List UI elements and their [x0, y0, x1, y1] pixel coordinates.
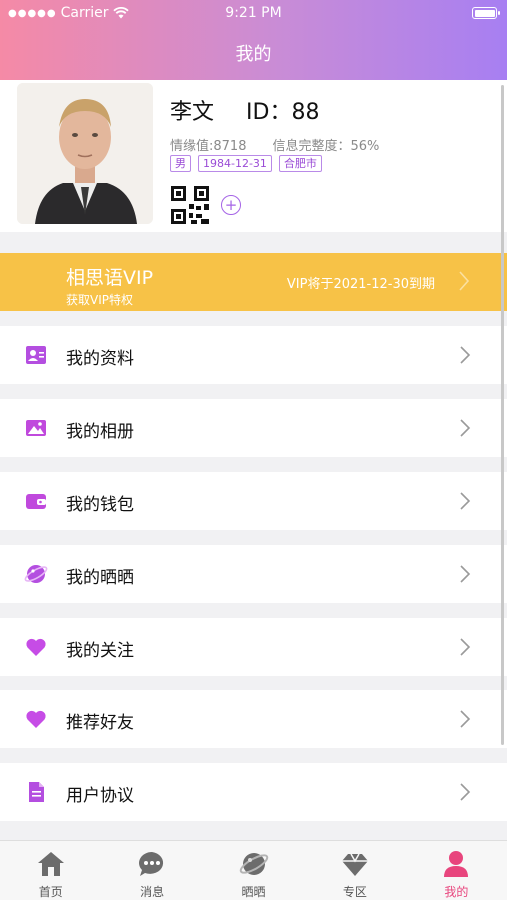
home-icon [37, 852, 64, 876]
tab-label: 专区 [342, 885, 367, 899]
profile-tags: 男 1984-12-31 合肥市 [170, 155, 322, 172]
chevron-right-icon [460, 783, 471, 801]
status-time: 9:21 PM [225, 5, 282, 21]
planet-icon [24, 565, 48, 583]
tab-mine[interactable]: 我的 [406, 841, 507, 900]
vip-title: 相思语VIP [66, 267, 154, 289]
menu-label: 推荐好友 [66, 713, 134, 733]
scrollbar[interactable] [501, 85, 504, 745]
avatar[interactable] [17, 83, 153, 224]
album-icon [26, 420, 46, 436]
tab-label: 晒晒 [241, 885, 266, 899]
status-bar: ●●●●● Carrier 9:21 PM [0, 4, 507, 24]
menu-item-my-profile[interactable]: 我的资料 [0, 326, 507, 384]
tab-messages[interactable]: 消息 [101, 841, 202, 900]
vip-banner[interactable]: 相思语VIP 获取VIP特权 VIP将于2021-12-30到期 [0, 253, 507, 311]
tab-label: 消息 [140, 885, 165, 899]
chevron-right-icon [460, 565, 471, 583]
vip-expiry: VIP将于2021-12-30到期 [286, 277, 435, 292]
menu-item-my-album[interactable]: 我的相册 [0, 399, 507, 457]
chevron-right-icon [460, 346, 471, 364]
vip-subtitle: 获取VIP特权 [66, 293, 133, 307]
heart-icon [26, 710, 46, 728]
app-header: ●●●●● Carrier 9:21 PM 我的 [0, 0, 507, 80]
tab-home[interactable]: 首页 [0, 841, 101, 900]
menu-label: 用户协议 [66, 786, 134, 806]
profile-card: 李文 ID：88 情缘值:8718 信息完整度：56% 男 1984-12-31… [0, 80, 507, 232]
menu-label: 我的资料 [66, 349, 134, 369]
tab-label: 首页 [38, 885, 63, 899]
menu-label: 我的钱包 [66, 495, 134, 515]
menu-label: 我的关注 [66, 641, 134, 661]
planet-icon [239, 853, 268, 875]
menu-item-my-wallet[interactable]: 我的钱包 [0, 472, 507, 530]
profile-card-icon [26, 346, 46, 364]
wallet-icon [26, 494, 46, 509]
chevron-right-icon [459, 271, 470, 291]
chevron-right-icon [460, 492, 471, 510]
menu-item-recommend-friends[interactable]: 推荐好友 [0, 690, 507, 748]
birthday-tag: 1984-12-31 [198, 155, 272, 172]
stats-row: 情缘值:8718 信息完整度：56% [170, 135, 379, 154]
affinity-value: 情缘值:8718 [170, 139, 247, 154]
battery-icon [472, 7, 500, 19]
menu-label: 我的相册 [66, 422, 134, 442]
city-tag: 合肥市 [278, 155, 322, 172]
user-icon [444, 851, 469, 877]
document-icon [29, 782, 44, 802]
tab-bar: 首页 消息 晒晒 专区 我的 [0, 840, 507, 900]
tab-zone[interactable]: 专区 [304, 841, 405, 900]
user-name: 李文 [170, 100, 215, 125]
heart-icon [26, 638, 46, 656]
name-row: 李文 ID：88 [170, 94, 319, 126]
add-button[interactable]: + [221, 195, 241, 215]
tab-label: 我的 [444, 885, 469, 899]
page-title: 我的 [235, 44, 272, 65]
menu-label: 我的晒晒 [66, 568, 134, 588]
gender-tag: 男 [170, 155, 191, 172]
qr-code-icon[interactable] [171, 186, 209, 224]
user-id: ID：88 [246, 100, 320, 125]
tab-shares[interactable]: 晒晒 [203, 841, 304, 900]
menu-item-my-follows[interactable]: 我的关注 [0, 618, 507, 676]
chevron-right-icon [460, 419, 471, 437]
menu-item-user-agreement[interactable]: 用户协议 [0, 763, 507, 821]
menu-item-my-shares[interactable]: 我的晒晒 [0, 545, 507, 603]
chevron-right-icon [460, 710, 471, 728]
chevron-right-icon [460, 638, 471, 656]
chat-icon [139, 852, 164, 876]
profile-completeness: 信息完整度：56% [272, 139, 380, 154]
diamond-icon [341, 853, 368, 876]
